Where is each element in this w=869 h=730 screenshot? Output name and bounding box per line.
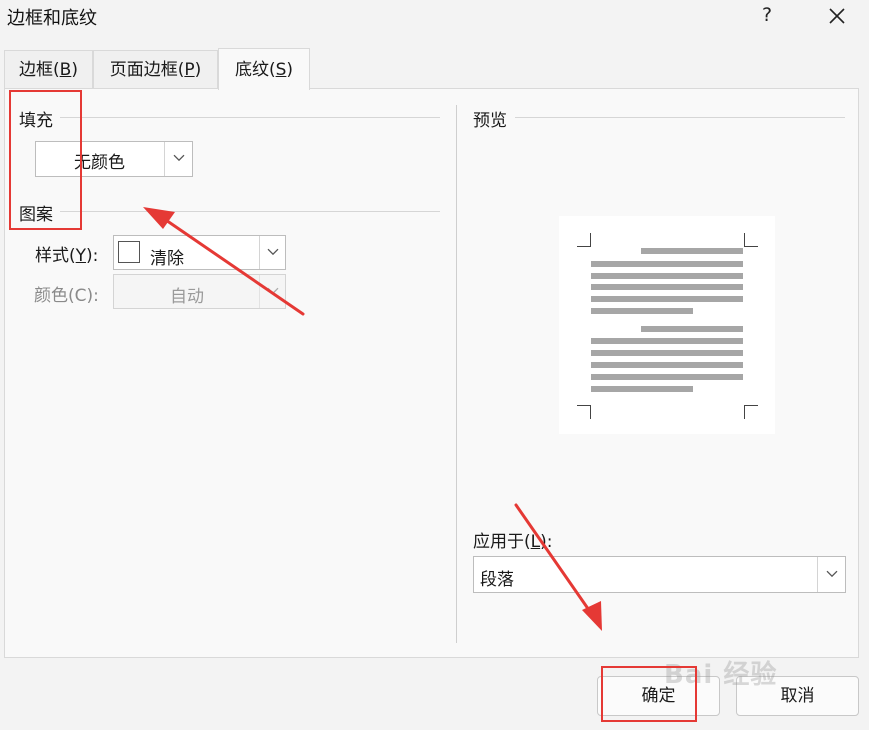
fill-group-line <box>60 117 440 118</box>
close-icon <box>829 8 845 24</box>
tab-shading-label-end: ) <box>286 60 294 80</box>
chevron-down-icon <box>173 154 184 162</box>
title-bar <box>0 0 869 34</box>
preview-line <box>591 374 743 380</box>
preview-line <box>641 248 743 254</box>
tab-borders-label: 边框( <box>19 60 60 80</box>
pattern-swatch <box>118 241 140 263</box>
pattern-style-arrow[interactable] <box>259 236 285 269</box>
pattern-style-dropdown[interactable]: 清除 <box>113 235 286 270</box>
preview-line <box>591 350 743 356</box>
pattern-style-label-text: 样式( <box>35 246 76 266</box>
apply-to-label: 应用于(L): <box>473 527 553 552</box>
tab-shading[interactable]: 底纹(S) <box>218 48 310 90</box>
help-button[interactable]: ? <box>752 2 782 30</box>
apply-to-label-end: ): <box>540 532 553 552</box>
preview-line <box>591 386 693 392</box>
chevron-down-icon <box>267 248 278 255</box>
preview-corner-bl <box>577 405 591 419</box>
annotation-box-ok <box>601 666 697 722</box>
preview-group-line <box>515 117 845 118</box>
pattern-color-label: 颜色(C): <box>34 286 99 306</box>
apply-to-key: L <box>530 532 541 552</box>
pattern-style-label: 样式(Y): <box>35 241 98 266</box>
preview-corner-br <box>744 405 758 419</box>
pattern-style-value: 清除 <box>150 249 184 269</box>
apply-to-value: 段落 <box>480 570 514 590</box>
preview-line <box>591 308 693 314</box>
annotation-box-fill <box>9 90 82 230</box>
pattern-style-key: Y <box>75 246 87 266</box>
pattern-style-label-end: ): <box>86 246 99 266</box>
tab-page-border-label: 页面边框( <box>109 60 185 80</box>
chevron-down-icon <box>826 570 837 577</box>
tab-page-border-label-end: ) <box>194 60 202 80</box>
tab-page-border-key: P <box>184 60 195 80</box>
preview-line <box>641 326 743 332</box>
apply-to-label-text: 应用于( <box>473 532 531 552</box>
preview-line <box>591 338 743 344</box>
tab-borders[interactable]: 边框(B) <box>4 50 93 88</box>
preview-group-label: 预览 <box>473 106 513 131</box>
tab-shading-label: 底纹( <box>234 60 276 80</box>
pattern-group-line <box>60 211 440 212</box>
close-button[interactable] <box>818 1 856 31</box>
apply-to-dropdown[interactable]: 段落 <box>473 556 846 593</box>
preview-line <box>591 284 743 290</box>
dialog-title: 边框和底纹 <box>7 8 97 29</box>
preview-line <box>591 273 743 279</box>
pattern-color-arrow[interactable] <box>259 275 285 308</box>
chevron-down-icon <box>267 287 278 294</box>
tab-borders-key: B <box>59 60 72 80</box>
tab-shading-key: S <box>275 60 287 80</box>
preview-page <box>559 216 775 434</box>
apply-to-arrow[interactable] <box>817 557 845 592</box>
tab-page-border[interactable]: 页面边框(P) <box>93 50 218 88</box>
preview-line <box>591 362 743 368</box>
fill-color-arrow[interactable] <box>164 142 192 176</box>
panel-separator <box>456 105 457 643</box>
preview-corner-tl <box>577 233 591 247</box>
tab-borders-label-end: ) <box>71 60 78 80</box>
preview-corner-tr <box>744 233 758 247</box>
preview-line <box>591 261 743 267</box>
preview-line <box>591 296 743 302</box>
pattern-color-dropdown[interactable]: 自动 <box>113 274 286 309</box>
pattern-color-value: 自动 <box>170 287 204 307</box>
